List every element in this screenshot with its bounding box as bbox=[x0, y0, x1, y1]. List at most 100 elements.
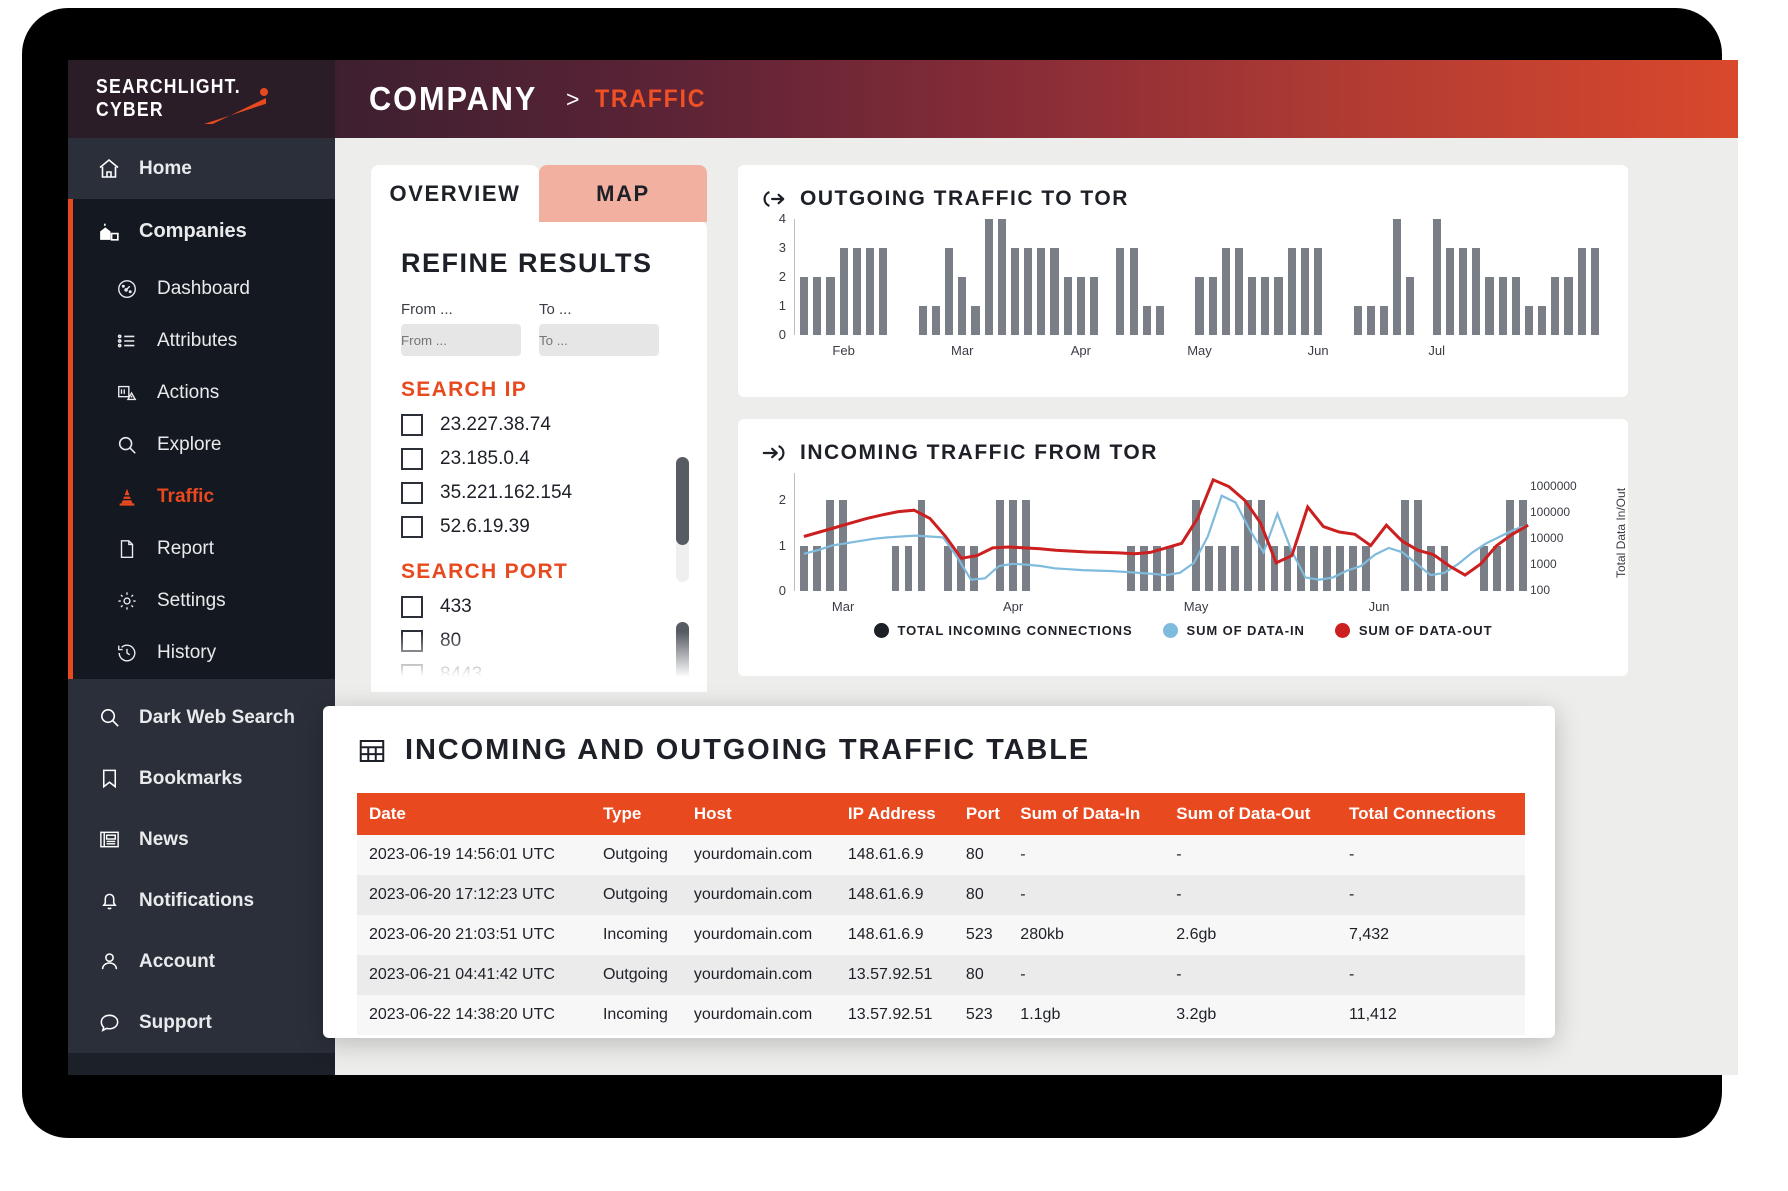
from-input[interactable] bbox=[401, 324, 521, 356]
sidebar-item-report[interactable]: Report bbox=[68, 523, 335, 575]
bar[interactable] bbox=[1287, 248, 1296, 335]
bar[interactable] bbox=[971, 306, 980, 335]
sidebar-item-support[interactable]: Support bbox=[68, 992, 335, 1053]
bar[interactable] bbox=[1524, 306, 1534, 335]
sidebar-item-explore[interactable]: Explore bbox=[68, 419, 335, 471]
legend-item-sum-of-data-out[interactable]: SUM OF DATA-OUT bbox=[1334, 623, 1493, 638]
bar[interactable] bbox=[879, 248, 888, 335]
sidebar-item-news[interactable]: News bbox=[68, 809, 335, 870]
breadcrumb-company[interactable]: COMPANY bbox=[369, 80, 537, 118]
bar[interactable] bbox=[1248, 277, 1257, 335]
outgoing-bar-chart[interactable]: 0 1 2 3 4 Feb Mar Apr May Jun Jul bbox=[752, 211, 1612, 361]
bar[interactable] bbox=[852, 248, 861, 335]
bar[interactable] bbox=[1116, 248, 1125, 335]
brand-logo[interactable]: SEARCHLIGHT. CYBER bbox=[68, 60, 335, 138]
bar[interactable] bbox=[1314, 248, 1323, 335]
to-input[interactable] bbox=[539, 324, 659, 356]
legend-item-sum-of-data-in[interactable]: SUM OF DATA-IN bbox=[1162, 623, 1305, 638]
bar[interactable] bbox=[1393, 219, 1402, 335]
bar[interactable] bbox=[1024, 248, 1033, 335]
sidebar-item-attributes[interactable]: Attributes bbox=[68, 315, 335, 367]
column-header-total-connections[interactable]: Total Connections bbox=[1336, 793, 1525, 835]
sidebar-item-home[interactable]: Home bbox=[68, 138, 335, 199]
bar[interactable] bbox=[1353, 306, 1362, 335]
bar[interactable] bbox=[1406, 277, 1415, 335]
bar[interactable] bbox=[1129, 248, 1138, 335]
breadcrumb-section[interactable]: TRAFFIC bbox=[595, 85, 706, 114]
column-header-ip-address[interactable]: IP Address bbox=[835, 793, 954, 835]
bar[interactable] bbox=[1063, 277, 1072, 335]
ip-scrollbar-thumb[interactable] bbox=[676, 457, 689, 545]
column-header-port[interactable]: Port bbox=[953, 793, 1009, 835]
bar[interactable] bbox=[1564, 277, 1573, 335]
sidebar-item-dark-web-search[interactable]: Dark Web Search bbox=[68, 687, 335, 748]
bar[interactable] bbox=[839, 248, 848, 335]
bar[interactable] bbox=[997, 219, 1006, 335]
bar[interactable] bbox=[1089, 277, 1099, 335]
bar[interactable] bbox=[1234, 248, 1244, 335]
checkbox-ip-3[interactable] bbox=[401, 516, 423, 538]
bar[interactable] bbox=[958, 277, 967, 335]
bar[interactable] bbox=[1050, 248, 1059, 335]
bar[interactable] bbox=[813, 277, 822, 335]
sidebar-item-traffic[interactable]: Traffic bbox=[68, 471, 335, 523]
tab-overview[interactable]: OVERVIEW bbox=[371, 165, 539, 222]
column-header-host[interactable]: Host bbox=[681, 793, 836, 835]
bar[interactable] bbox=[1261, 277, 1270, 335]
bar[interactable] bbox=[1379, 306, 1389, 335]
list-item[interactable]: 35.221.162.154 bbox=[401, 482, 707, 504]
bar[interactable] bbox=[1274, 277, 1283, 335]
bar[interactable] bbox=[1432, 219, 1441, 335]
bar[interactable] bbox=[1551, 277, 1560, 335]
list-item[interactable]: 23.227.38.74 bbox=[401, 414, 707, 436]
bar[interactable] bbox=[1195, 277, 1204, 335]
list-item[interactable]: 52.6.19.39 bbox=[401, 516, 707, 538]
table-row[interactable]: 2023-06-20 21:03:51 UTC Incoming yourdom… bbox=[357, 915, 1525, 955]
bar[interactable] bbox=[1221, 248, 1230, 335]
sidebar-item-actions[interactable]: Actions bbox=[68, 367, 335, 419]
bar[interactable] bbox=[1010, 248, 1020, 335]
bar[interactable] bbox=[944, 248, 954, 335]
bar[interactable] bbox=[1511, 277, 1520, 335]
bar[interactable] bbox=[865, 248, 875, 335]
sidebar-item-settings[interactable]: Settings bbox=[68, 575, 335, 627]
legend-item-total-incoming-connections[interactable]: TOTAL INCOMING CONNECTIONS bbox=[873, 623, 1133, 638]
bar[interactable] bbox=[1577, 248, 1586, 335]
bar[interactable] bbox=[1538, 306, 1547, 335]
sidebar-item-history[interactable]: History bbox=[68, 627, 335, 679]
bar[interactable] bbox=[826, 277, 835, 335]
column-header-type[interactable]: Type bbox=[590, 793, 682, 835]
checkbox-ip-0[interactable] bbox=[401, 414, 423, 436]
bar[interactable] bbox=[1459, 248, 1468, 335]
bar[interactable] bbox=[984, 219, 993, 335]
checkbox-ip-1[interactable] bbox=[401, 448, 423, 470]
sidebar-item-account[interactable]: Account bbox=[68, 931, 335, 992]
tab-map[interactable]: MAP bbox=[539, 165, 707, 222]
bar[interactable] bbox=[1590, 248, 1599, 335]
bar[interactable] bbox=[1300, 248, 1309, 335]
bar[interactable] bbox=[1366, 306, 1375, 335]
sidebar-item-bookmarks[interactable]: Bookmarks bbox=[68, 748, 335, 809]
bar[interactable] bbox=[1037, 248, 1046, 335]
bar[interactable] bbox=[918, 306, 927, 335]
bar[interactable] bbox=[1142, 306, 1151, 335]
checkbox-port-0[interactable] bbox=[401, 596, 423, 618]
sidebar-item-notifications[interactable]: Notifications bbox=[68, 870, 335, 931]
bar[interactable] bbox=[1076, 277, 1085, 335]
sidebar-item-companies[interactable]: Companies bbox=[68, 199, 335, 263]
table-row[interactable]: 2023-06-19 14:56:01 UTC Outgoing yourdom… bbox=[357, 835, 1525, 875]
table-row[interactable]: 2023-06-22 14:38:20 UTC Incoming yourdom… bbox=[357, 995, 1525, 1035]
column-header-date[interactable]: Date bbox=[357, 793, 591, 835]
list-item[interactable]: 433 bbox=[401, 596, 707, 618]
bar[interactable] bbox=[1485, 277, 1494, 335]
bar[interactable] bbox=[1498, 277, 1507, 335]
checkbox-ip-2[interactable] bbox=[401, 482, 423, 504]
column-header-sum-of-data-out[interactable]: Sum of Data-Out bbox=[1164, 793, 1337, 835]
sidebar-item-dashboard[interactable]: Dashboard bbox=[68, 263, 335, 315]
bar[interactable] bbox=[931, 306, 940, 335]
bar[interactable] bbox=[1208, 277, 1217, 335]
column-header-sum-of-data-in[interactable]: Sum of Data-In bbox=[1008, 793, 1165, 835]
bar[interactable] bbox=[1445, 248, 1454, 335]
bar[interactable] bbox=[1155, 306, 1165, 335]
bar[interactable] bbox=[1472, 248, 1481, 335]
